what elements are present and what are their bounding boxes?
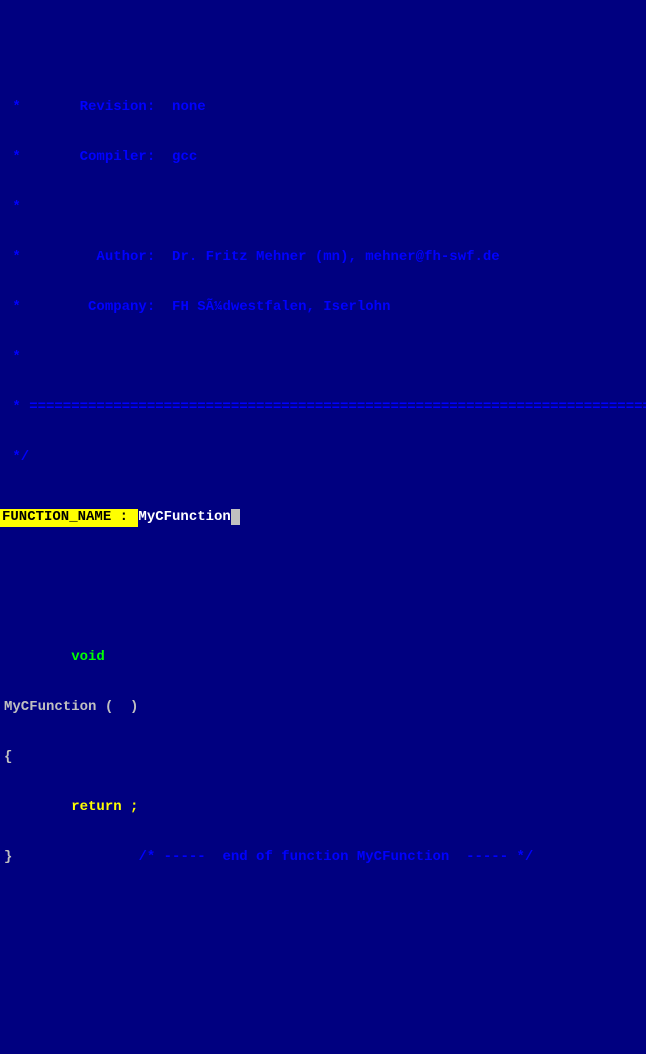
comment-line: *: [4, 198, 642, 216]
comment-line: * Compiler: gcc: [4, 148, 642, 166]
code-line: } /* ----- end of function MyCFunction -…: [4, 848, 642, 866]
cursor-icon: [231, 509, 240, 525]
comment-separator: * ======================================…: [4, 398, 642, 416]
code-line: return ;: [4, 798, 642, 816]
blank-line: [4, 948, 642, 966]
comment-end: */: [4, 448, 642, 466]
prompt-input[interactable]: MyCFunction: [138, 509, 230, 527]
comment-line: * Company: FH SÃ¼dwestfalen, Iserlohn: [4, 298, 642, 316]
blank-line: [4, 998, 642, 1016]
code-line: MyCFunction ( ): [4, 698, 642, 716]
blank-line: [4, 598, 642, 616]
comment-line: * Revision: none: [4, 98, 642, 116]
code-line: void: [4, 648, 642, 666]
blank-line: [4, 898, 642, 916]
command-line[interactable]: FUNCTION_NAME : MyCFunction: [0, 509, 646, 527]
code-line: {: [4, 748, 642, 766]
comment-line: * Author: Dr. Fritz Mehner (mn), mehner@…: [4, 248, 642, 266]
blank-line: [4, 1048, 642, 1054]
comment-line: *: [4, 348, 642, 366]
blank-line: [4, 548, 642, 566]
prompt-label: FUNCTION_NAME :: [0, 509, 138, 527]
editor-area[interactable]: * Revision: none * Compiler: gcc * * Aut…: [0, 64, 646, 1054]
